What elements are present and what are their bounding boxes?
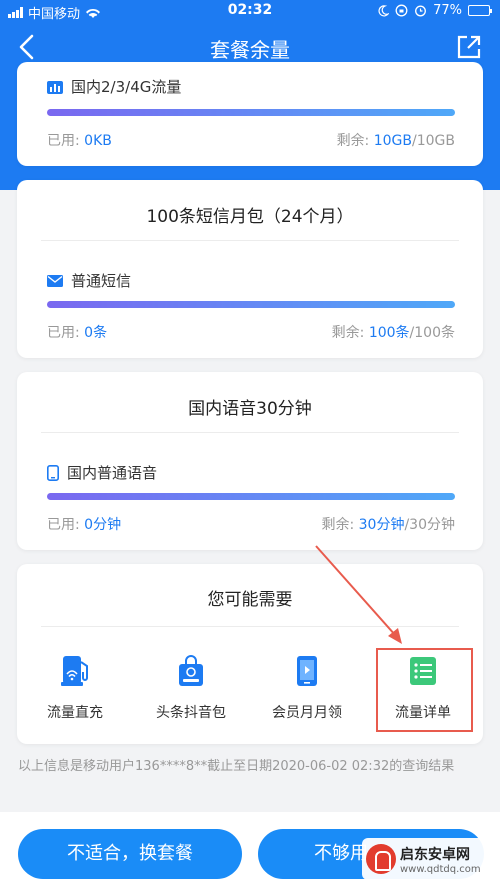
data-item-text: 国内2/3/4G流量 <box>71 78 182 96</box>
sms-remain-value: 100条 <box>368 325 410 341</box>
sms-remain-label: 剩余: <box>331 325 369 341</box>
envelope-icon <box>47 274 63 287</box>
voice-total: /30分钟 <box>404 517 455 533</box>
voice-usage-row: 已用: 0分钟 剩余: 30分钟/30分钟 <box>47 514 455 534</box>
voice-item-label: 国内普通语音 <box>47 462 157 483</box>
sms-used: 已用: 0条 <box>47 322 107 342</box>
data-remain-value: 10GB <box>373 133 413 149</box>
recommend-label-toutiao-douyin: 头条抖音包 <box>156 705 226 721</box>
sms-divider <box>41 240 459 241</box>
voice-remain-value: 30分钟 <box>358 517 405 533</box>
sms-total: /100条 <box>409 325 455 341</box>
recommend-label-member-monthly: 会员月月领 <box>272 705 342 721</box>
annotation-arrow <box>315 545 402 644</box>
voice-used: 已用: 0分钟 <box>47 514 121 534</box>
data-used-label: 已用: <box>47 133 85 149</box>
data-used-value: 0KB <box>84 133 112 149</box>
gas-pump-icon <box>61 656 88 686</box>
sms-item-text: 普通短信 <box>71 272 132 290</box>
alarm-icon <box>415 5 427 17</box>
shopping-bag-icon <box>179 655 203 686</box>
status-bar: 中国移动 02:32 77% <box>0 0 500 22</box>
sms-package-card: 100条短信月包（24个月） 普通短信 已用: 0条 剩余: 100条/100条 <box>17 180 483 358</box>
status-right: 77% <box>377 3 492 18</box>
bar-chart-icon <box>47 80 63 94</box>
battery-percent: 77% <box>433 3 462 18</box>
recommend-item-member-monthly[interactable]: 会员月月领 <box>249 644 365 734</box>
data-package-card: 国内2/3/4G流量 已用: 0KB 剩余: 10GB/10GB <box>17 62 483 166</box>
data-used: 已用: 0KB <box>47 130 112 150</box>
query-footnote: 以上信息是移动用户136****8**截止至日期2020-06-02 02:32… <box>18 759 455 774</box>
watermark-url: www.qdtdq.com <box>400 863 481 875</box>
voice-remain-label: 剩余: <box>321 517 359 533</box>
voice-usage-bar <box>47 493 455 500</box>
phone-icon <box>47 464 59 481</box>
sms-usage-bar <box>47 301 455 308</box>
change-plan-button[interactable]: 不适合，换套餐 <box>18 829 242 879</box>
voice-item-text: 国内普通语音 <box>67 464 158 482</box>
recommend-label-data-recharge: 流量直充 <box>47 705 103 721</box>
voice-divider <box>41 432 459 433</box>
data-remain-label: 剩余: <box>336 133 374 149</box>
data-item-label: 国内2/3/4G流量 <box>47 76 181 97</box>
sms-used-label: 已用: <box>47 325 85 341</box>
voice-used-label: 已用: <box>47 517 85 533</box>
voice-used-value: 0分钟 <box>84 517 122 533</box>
sms-remaining: 剩余: 100条/100条 <box>332 322 455 342</box>
share-icon[interactable] <box>456 34 482 60</box>
page-title: 套餐余量 <box>210 38 290 62</box>
watermark-logo: 启东安卓网 www.qdtdq.com <box>362 838 500 880</box>
sms-usage-row: 已用: 0条 剩余: 100条/100条 <box>47 322 455 342</box>
watermark-name: 启东安卓网 <box>400 846 470 863</box>
moon-icon <box>378 4 390 16</box>
not-enough-button-label: 不够用 <box>314 843 368 864</box>
recommend-item-data-recharge[interactable]: 流量直充 <box>17 644 133 734</box>
sms-card-title: 100条短信月包（24个月） <box>146 207 354 227</box>
data-usage-bar <box>47 109 455 116</box>
data-total: /10GB <box>412 133 455 149</box>
sms-item-label: 普通短信 <box>47 270 131 291</box>
watermark-emblem-icon <box>366 844 396 874</box>
rotation-lock-icon <box>395 4 408 17</box>
recommend-item-toutiao-douyin[interactable]: 头条抖音包 <box>133 644 249 734</box>
data-remaining: 剩余: 10GB/10GB <box>337 130 455 150</box>
annotation-highlight-box <box>376 648 473 732</box>
sms-used-value: 0条 <box>84 325 108 341</box>
battery-icon <box>468 5 492 16</box>
voice-package-card: 国内语音30分钟 国内普通语音 已用: 0分钟 剩余: 30分钟/30分钟 <box>17 372 483 550</box>
phone-play-icon <box>297 656 317 686</box>
voice-card-title: 国内语音30分钟 <box>188 399 312 419</box>
watermark-text: 启东安卓网 www.qdtdq.com <box>400 844 481 875</box>
voice-remaining: 剩余: 30分钟/30分钟 <box>321 514 455 534</box>
data-usage-row: 已用: 0KB 剩余: 10GB/10GB <box>47 130 455 150</box>
